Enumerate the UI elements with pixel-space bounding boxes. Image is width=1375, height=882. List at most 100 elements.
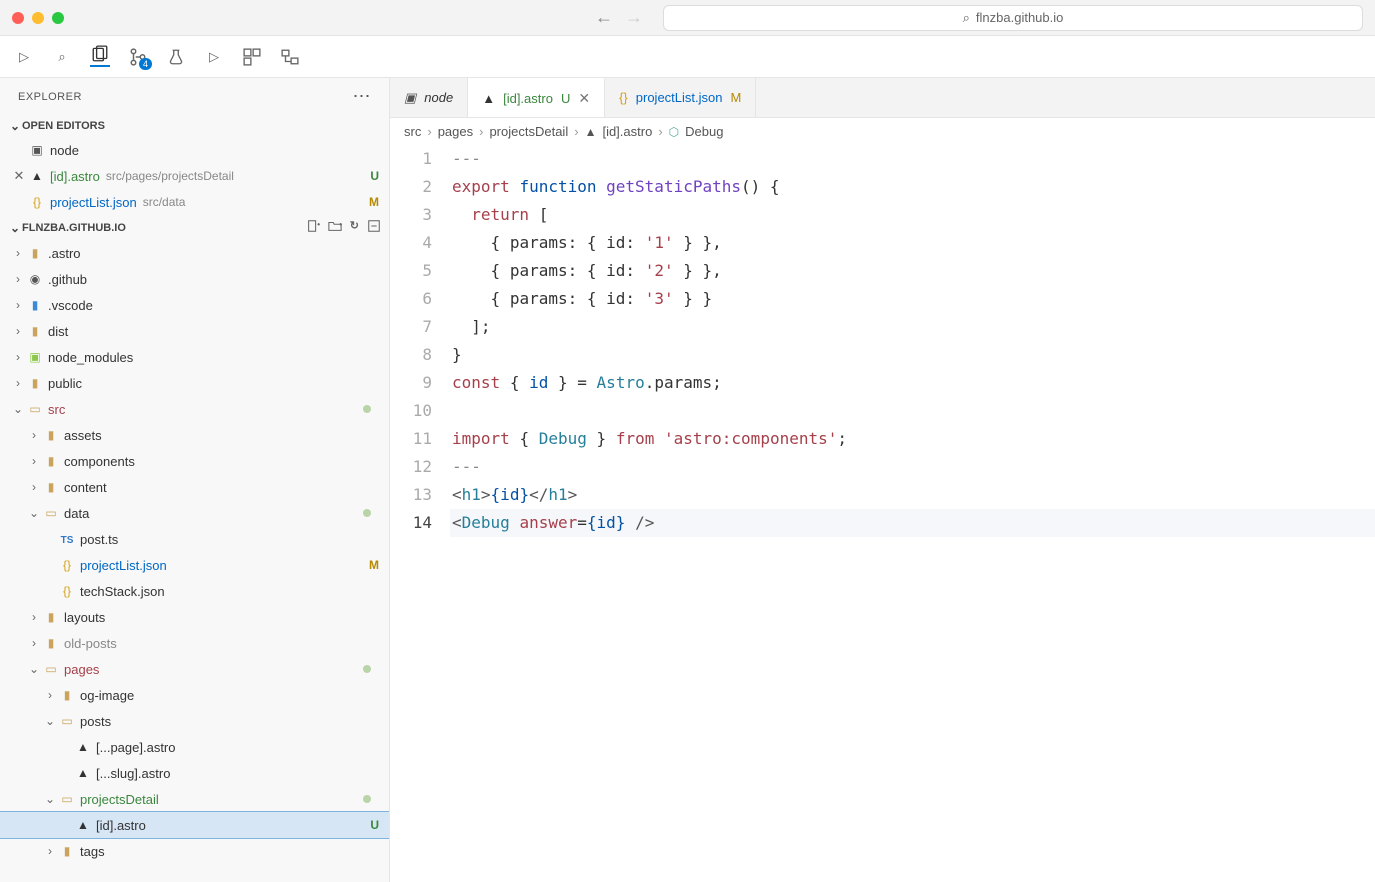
file-label: dist bbox=[48, 324, 68, 339]
file-label: layouts bbox=[64, 610, 105, 625]
run-icon[interactable]: ▷ bbox=[14, 47, 34, 67]
window-close-button[interactable] bbox=[12, 12, 24, 24]
project-section[interactable]: ⌄ FLNZBA.GITHUB.IO ↻ bbox=[0, 215, 389, 240]
tree-item[interactable]: {}techStack.json bbox=[0, 578, 389, 604]
search-icon[interactable]: ⌕ bbox=[52, 47, 72, 67]
breadcrumbs[interactable]: src›pages›projectsDetail›▲[id].astro›⬡De… bbox=[390, 118, 1375, 145]
tree-item[interactable]: ▲[...page].astro bbox=[0, 734, 389, 760]
file-icon: ▮ bbox=[26, 324, 44, 338]
collapse-button[interactable] bbox=[367, 219, 381, 236]
nav-arrows: ← → bbox=[595, 7, 643, 28]
open-editor-item[interactable]: {}projectList.jsonsrc/dataM bbox=[0, 189, 389, 215]
file-icon: ▭ bbox=[42, 506, 60, 520]
code-line[interactable]: } bbox=[450, 341, 1375, 369]
breadcrumb-item[interactable]: Debug bbox=[685, 124, 723, 139]
tree-item[interactable]: ⌄▭projectsDetail bbox=[0, 786, 389, 812]
file-icon: ▮ bbox=[58, 688, 76, 702]
code-line[interactable]: return [ bbox=[450, 201, 1375, 229]
code-line[interactable]: <Debug answer={id} /> bbox=[450, 509, 1375, 537]
file-label: projectsDetail bbox=[80, 792, 159, 807]
file-name: projectList.json bbox=[50, 195, 137, 210]
code-line[interactable]: --- bbox=[450, 453, 1375, 481]
tree-item[interactable]: ›▮content bbox=[0, 474, 389, 500]
code-line[interactable]: { params: { id: '3' } } bbox=[450, 285, 1375, 313]
tree-item[interactable]: ›◉.github bbox=[0, 266, 389, 292]
line-number: 12 bbox=[390, 453, 432, 481]
tree-item[interactable]: ›▮tags bbox=[0, 838, 389, 864]
open-editors-section[interactable]: ⌄ OPEN EDITORS bbox=[0, 115, 389, 137]
tree-item[interactable]: ›▮layouts bbox=[0, 604, 389, 630]
tree-item[interactable]: ⌄▭pages bbox=[0, 656, 389, 682]
line-number: 8 bbox=[390, 341, 432, 369]
tree-item[interactable]: ›▣node_modules bbox=[0, 344, 389, 370]
tree-item[interactable]: ⌄▭posts bbox=[0, 708, 389, 734]
tree-item[interactable]: TSpost.ts bbox=[0, 526, 389, 552]
command-center[interactable]: ⌕ flnzba.github.io bbox=[663, 5, 1363, 31]
tree-item[interactable]: ›▮components bbox=[0, 448, 389, 474]
code-line[interactable]: import { Debug } from 'astro:components'… bbox=[450, 425, 1375, 453]
code-line[interactable]: <h1>{id}</h1> bbox=[450, 481, 1375, 509]
file-label: src bbox=[48, 402, 65, 417]
tree-item[interactable]: ›▮assets bbox=[0, 422, 389, 448]
line-number: 3 bbox=[390, 201, 432, 229]
file-label: data bbox=[64, 506, 89, 521]
file-icon: ▮ bbox=[26, 298, 44, 312]
window-maximize-button[interactable] bbox=[52, 12, 64, 24]
file-label: pages bbox=[64, 662, 99, 677]
tree-item[interactable]: ›▮.vscode bbox=[0, 292, 389, 318]
debug-icon[interactable]: ▷ bbox=[204, 47, 224, 67]
tree-item[interactable]: ›▮og-image bbox=[0, 682, 389, 708]
breadcrumb-item[interactable]: pages bbox=[438, 124, 473, 139]
code-line[interactable]: const { id } = Astro.params; bbox=[450, 369, 1375, 397]
new-file-button[interactable] bbox=[306, 219, 320, 236]
refresh-button[interactable]: ↻ bbox=[350, 219, 359, 236]
tree-item[interactable]: {}projectList.jsonM bbox=[0, 552, 389, 578]
close-icon[interactable]: ✕ bbox=[10, 168, 28, 184]
open-editor-item[interactable]: ▣node bbox=[0, 137, 389, 163]
testing-icon[interactable] bbox=[166, 47, 186, 67]
tree-item[interactable]: ▲[...slug].astro bbox=[0, 760, 389, 786]
tree-item[interactable]: ›▮public bbox=[0, 370, 389, 396]
code-line[interactable]: --- bbox=[450, 145, 1375, 173]
tree-item[interactable]: ›▮old-posts bbox=[0, 630, 389, 656]
file-label: node_modules bbox=[48, 350, 133, 365]
explorer-icon[interactable] bbox=[90, 47, 110, 67]
remote-icon[interactable] bbox=[280, 47, 300, 67]
tree-item[interactable]: ⌄▭src bbox=[0, 396, 389, 422]
tab[interactable]: ▣node bbox=[390, 78, 468, 117]
code-lines[interactable]: ---export function getStaticPaths() { re… bbox=[450, 145, 1375, 537]
nav-back-button[interactable]: ← bbox=[595, 7, 613, 28]
sidebar-more-button[interactable]: ⋯ bbox=[353, 86, 372, 107]
chevron-right-icon: › bbox=[574, 124, 578, 139]
window-minimize-button[interactable] bbox=[32, 12, 44, 24]
code-line[interactable]: ]; bbox=[450, 313, 1375, 341]
code-line[interactable]: export function getStaticPaths() { bbox=[450, 173, 1375, 201]
open-editor-item[interactable]: ✕▲[id].astrosrc/pages/projectsDetailU bbox=[0, 163, 389, 189]
code-line[interactable]: { params: { id: '2' } }, bbox=[450, 257, 1375, 285]
code-editor[interactable]: 1234567891011121314 ---export function g… bbox=[390, 145, 1375, 537]
file-label: .github bbox=[48, 272, 87, 287]
tab-label: projectList.json bbox=[636, 90, 723, 105]
tree-item[interactable]: ›▮.astro bbox=[0, 240, 389, 266]
breadcrumb-item[interactable]: projectsDetail bbox=[489, 124, 568, 139]
close-icon[interactable]: ✕ bbox=[578, 90, 590, 107]
file-icon: {} bbox=[58, 558, 76, 572]
code-line[interactable] bbox=[450, 397, 1375, 425]
file-tree: ›▮.astro›◉.github›▮.vscode›▮dist›▣node_m… bbox=[0, 240, 389, 882]
tab[interactable]: ▲[id].astroU✕ bbox=[468, 78, 605, 117]
open-editors-list: ▣node✕▲[id].astrosrc/pages/projectsDetai… bbox=[0, 137, 389, 215]
tree-item[interactable]: ▲[id].astroU bbox=[0, 812, 389, 838]
source-control-icon[interactable]: 4 bbox=[128, 47, 148, 67]
file-icon: {} bbox=[619, 90, 628, 105]
file-status: M bbox=[369, 558, 379, 572]
file-label: [...slug].astro bbox=[96, 766, 170, 781]
extensions-icon[interactable] bbox=[242, 47, 262, 67]
new-folder-button[interactable] bbox=[328, 219, 342, 236]
tab[interactable]: {}projectList.jsonM bbox=[605, 78, 756, 117]
tree-item[interactable]: ›▮dist bbox=[0, 318, 389, 344]
nav-forward-button[interactable]: → bbox=[625, 7, 643, 28]
breadcrumb-item[interactable]: [id].astro bbox=[602, 124, 652, 139]
breadcrumb-item[interactable]: src bbox=[404, 124, 421, 139]
tree-item[interactable]: ⌄▭data bbox=[0, 500, 389, 526]
code-line[interactable]: { params: { id: '1' } }, bbox=[450, 229, 1375, 257]
